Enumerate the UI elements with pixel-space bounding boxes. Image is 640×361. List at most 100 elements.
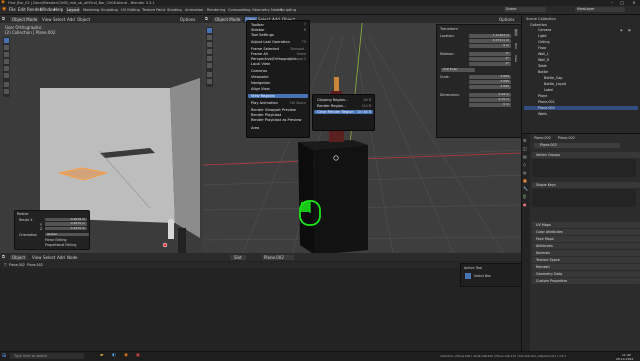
data-tab-icon[interactable]: ▽: [523, 194, 527, 199]
tab-shading[interactable]: Shading: [166, 7, 183, 13]
scale-x-field[interactable]: 2.095: [469, 74, 511, 79]
menu-item-local-view[interactable]: Local View: [251, 62, 270, 66]
outliner-row[interactable]: Floor: [538, 46, 546, 50]
editor-type-icon[interactable]: ⧉: [2, 16, 5, 21]
camera-icon[interactable]: ▣: [628, 28, 631, 32]
rotate-tool-icon[interactable]: [207, 49, 212, 54]
menu-view[interactable]: View: [42, 17, 52, 22]
menu-item-render-viewport-preview[interactable]: Render Viewport Preview: [251, 108, 296, 112]
outliner[interactable]: Scene Collection Collection Camera Light…: [521, 15, 640, 133]
menu-add[interactable]: Add: [57, 255, 65, 260]
outliner-row[interactable]: Ceiling: [538, 40, 550, 44]
menu-select[interactable]: Select: [43, 255, 55, 260]
object-type-selector[interactable]: Object: [10, 254, 28, 260]
move-tool-icon[interactable]: [207, 42, 212, 47]
tool-tab-icon[interactable]: ⚙: [523, 138, 527, 143]
options-dropdown[interactable]: Options: [499, 17, 514, 22]
menu-item-play-animation[interactable]: Play Animation: [251, 101, 278, 105]
tab-modeling[interactable]: Modeling: [82, 7, 100, 13]
vertex-groups-list[interactable]: [532, 159, 636, 177]
orientation-dropdown[interactable]: Global: [45, 232, 89, 236]
tab-animation[interactable]: Animation: [184, 7, 204, 13]
mesh-name-field[interactable]: Plane.002: [534, 143, 620, 148]
tab-item[interactable]: Item: [514, 29, 518, 36]
tab-tool[interactable]: Tool: [514, 43, 518, 49]
outliner-row[interactable]: Light: [538, 34, 546, 38]
mode-selector[interactable]: Object Mode: [213, 16, 243, 22]
rotation-z-field[interactable]: 0°: [469, 61, 511, 66]
app-icon[interactable]: ◼: [136, 353, 140, 358]
outliner-row[interactable]: Wall_R: [538, 58, 549, 62]
dimensions-y-field[interactable]: 4.19 m: [469, 97, 511, 102]
editor-type-icon[interactable]: ⧉: [2, 254, 5, 259]
view-layer-selector[interactable]: ViewLayer: [575, 7, 625, 12]
menu-file[interactable]: File: [9, 7, 16, 12]
material-selector[interactable]: Plane.002: [262, 254, 294, 260]
section-remesh[interactable]: Remesh: [532, 264, 640, 270]
menu-item-align-view[interactable]: Align View: [251, 87, 270, 91]
editor-type-icon[interactable]: ⧉: [205, 16, 208, 21]
tab-sculpting[interactable]: Sculpting: [100, 7, 119, 13]
section-color-attributes[interactable]: Color Attributes: [532, 229, 640, 235]
mode-selector[interactable]: Object Mode: [10, 16, 40, 22]
menu-select[interactable]: Select: [53, 17, 65, 22]
menu-node[interactable]: Node: [67, 255, 77, 260]
menu-item-render-playblast[interactable]: Render Playblast: [251, 113, 281, 117]
tab-view[interactable]: View: [514, 55, 518, 62]
shader-editor[interactable]: ⧉ Object View Select Add Node Slot Plane…: [0, 253, 522, 351]
menu-add[interactable]: Add: [67, 17, 75, 22]
outliner-row[interactable]: Collection: [530, 23, 547, 27]
outliner-row[interactable]: Plane: [538, 94, 547, 98]
menu-item-view-regions[interactable]: View Regions: [248, 94, 308, 98]
section-face-maps[interactable]: Face Maps: [532, 236, 640, 242]
cursor-tool-icon[interactable]: [207, 35, 212, 40]
outliner-row[interactable]: Walls: [538, 112, 547, 116]
section-uv-maps[interactable]: UV Maps: [532, 222, 640, 228]
section-normals[interactable]: Normals: [532, 250, 640, 256]
rotation-x-field[interactable]: 0°: [469, 51, 511, 56]
rotation-mode-dropdown[interactable]: XYZ Euler: [441, 67, 475, 72]
location-z-field[interactable]: 0 m: [469, 43, 511, 48]
select-box-icon[interactable]: [465, 273, 471, 279]
menu-item-viewpoint[interactable]: Viewpoint: [251, 75, 269, 79]
object-tab-icon[interactable]: ■: [523, 178, 527, 183]
outliner-row[interactable]: Wall_L: [538, 52, 549, 56]
modifier-tab-icon[interactable]: 🔧: [523, 186, 528, 191]
location-y-field[interactable]: 0.07411 m: [469, 38, 511, 43]
render-tab-icon[interactable]: ◫: [523, 146, 527, 151]
scene-selector[interactable]: Scene: [504, 7, 546, 12]
options-dropdown[interactable]: Options: [180, 17, 195, 22]
scale-tool-icon[interactable]: [207, 56, 212, 61]
material-tab-icon[interactable]: ●: [523, 202, 527, 207]
dimensions-z-field[interactable]: 0 m: [469, 102, 511, 107]
menu-view[interactable]: View: [32, 255, 42, 260]
menu-item-sidebar[interactable]: Sidebar: [251, 28, 265, 32]
outliner-row[interactable]: Bottle: [538, 70, 548, 74]
scale-y-field[interactable]: 2.095: [469, 79, 511, 84]
rotation-y-field[interactable]: 0°: [469, 56, 511, 61]
menu-edit[interactable]: Edit: [18, 7, 26, 12]
menu-item-cameras[interactable]: Cameras: [251, 69, 267, 73]
tab-uv-editing[interactable]: UV Editing: [120, 7, 141, 13]
start-icon[interactable]: ⊞: [2, 353, 6, 359]
properties-editor[interactable]: ⚙ ◫ ▤ ◇ ◍ ■ 🔧 ▽ ● Plane.002 Plane.002 Pl…: [521, 133, 640, 352]
outliner-row[interactable]: Label: [544, 88, 553, 92]
section-texture-space[interactable]: Texture Space: [532, 257, 640, 263]
tab-layout[interactable]: Layout: [66, 7, 81, 13]
resize-z-field[interactable]: 0.4676 m: [45, 226, 87, 230]
tab-rendering[interactable]: Rendering: [206, 7, 226, 13]
menu-item-frame-selected[interactable]: Frame Selected: [251, 47, 279, 51]
outliner-row[interactable]: Bottle_Liquid: [544, 82, 566, 86]
scene-tab-icon[interactable]: ◇: [523, 162, 526, 167]
menu-item-render-region[interactable]: Render Region...: [317, 104, 347, 108]
scale-z-field[interactable]: 2.095: [469, 84, 511, 89]
blender-menu-icon[interactable]: ◉: [2, 6, 6, 12]
search-input[interactable]: Type here to search: [10, 353, 84, 359]
section-attributes[interactable]: Attributes: [532, 243, 640, 249]
outliner-row[interactable]: Table: [538, 64, 547, 68]
annotate-tool-icon[interactable]: [207, 72, 212, 77]
center-3d-viewport[interactable]: ⧉ Object Mode View Select Add Object Opt…: [203, 15, 521, 253]
blender-taskbar-icon[interactable]: ◉: [124, 353, 128, 358]
tab-texture-paint[interactable]: Texture Paint: [141, 7, 166, 13]
menu-item-toolbar[interactable]: Toolbar: [251, 23, 264, 27]
